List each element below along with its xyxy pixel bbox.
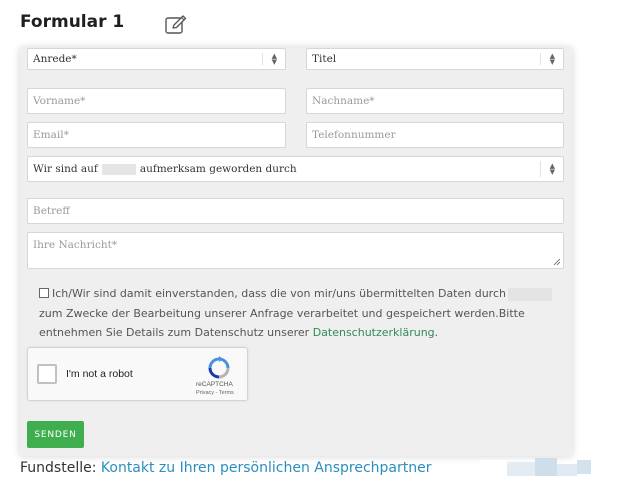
select-arrows-icon: ▲ ▼: [549, 52, 555, 66]
title-select[interactable]: Titel ▲ ▼: [306, 48, 564, 70]
phone-input[interactable]: Telefonnummer: [306, 122, 564, 148]
recaptcha-label: I'm not a robot: [66, 368, 133, 380]
select-arrows-icon: ▲ ▼: [549, 162, 555, 176]
privacy-policy-link[interactable]: Datenschutzerklärung: [313, 326, 435, 339]
edit-icon[interactable]: [164, 14, 188, 36]
select-separator: [540, 161, 541, 177]
source-label: Fundstelle:: [20, 460, 97, 476]
recaptcha-widget: I'm not a robot reCAPTCHA Privacy - Term…: [27, 347, 248, 401]
redacted-name: [508, 287, 552, 301]
send-button[interactable]: SENDEN: [27, 421, 84, 448]
source-reference: Fundstelle: Kontakt zu Ihren persönliche…: [20, 460, 431, 476]
redacted-area: [481, 458, 591, 476]
select-separator: [540, 53, 541, 65]
message-textarea[interactable]: Ihre Nachricht*: [27, 232, 564, 269]
email-placeholder: Email*: [33, 129, 69, 141]
last-name-input[interactable]: Nachname*: [306, 88, 564, 114]
consent-text-part2: zum Zwecke der Bearbeitung unserer Anfra…: [39, 306, 525, 340]
select-separator: [262, 53, 263, 65]
recaptcha-logo-icon: [208, 356, 230, 379]
message-placeholder: Ihre Nachricht*: [33, 239, 118, 251]
title-value: Titel: [312, 53, 337, 65]
first-name-input[interactable]: Vorname*: [27, 88, 286, 114]
referral-prefix: Wir sind auf: [33, 163, 98, 175]
first-name-placeholder: Vorname*: [33, 95, 86, 107]
resize-handle-icon[interactable]: [553, 258, 560, 265]
salutation-select[interactable]: Anrede* ▲ ▼: [27, 48, 286, 70]
consent-text-end: .: [434, 326, 439, 339]
recaptcha-privacy-link[interactable]: Privacy: [196, 390, 214, 396]
salutation-value: Anrede*: [33, 53, 77, 65]
consent-text: Ich/Wir sind damit einverstanden, dass d…: [39, 284, 567, 343]
page-title: Formular 1: [20, 12, 125, 32]
recaptcha-checkbox[interactable]: [37, 364, 57, 384]
subject-input[interactable]: Betreff: [27, 198, 564, 224]
referral-source-select[interactable]: Wir sind auf aufmerksam geworden durch ▲…: [27, 156, 564, 182]
referral-suffix: aufmerksam geworden durch: [139, 163, 297, 175]
contact-person-link[interactable]: Kontakt zu Ihren persönlichen Ansprechpa…: [101, 460, 432, 476]
email-input[interactable]: Email*: [27, 122, 286, 148]
consent-checkbox[interactable]: [39, 288, 49, 298]
phone-placeholder: Telefonnummer: [312, 129, 396, 141]
consent-text-part1: Ich/Wir sind damit einverstanden, dass d…: [52, 287, 506, 300]
subject-placeholder: Betreff: [33, 205, 70, 217]
last-name-placeholder: Nachname*: [312, 95, 375, 107]
redacted-name: [101, 163, 136, 175]
recaptcha-links: Privacy - Terms: [196, 390, 234, 396]
recaptcha-brand: reCAPTCHA: [196, 381, 233, 388]
recaptcha-terms-link[interactable]: Terms: [219, 390, 234, 396]
select-arrows-icon: ▲ ▼: [271, 52, 277, 66]
